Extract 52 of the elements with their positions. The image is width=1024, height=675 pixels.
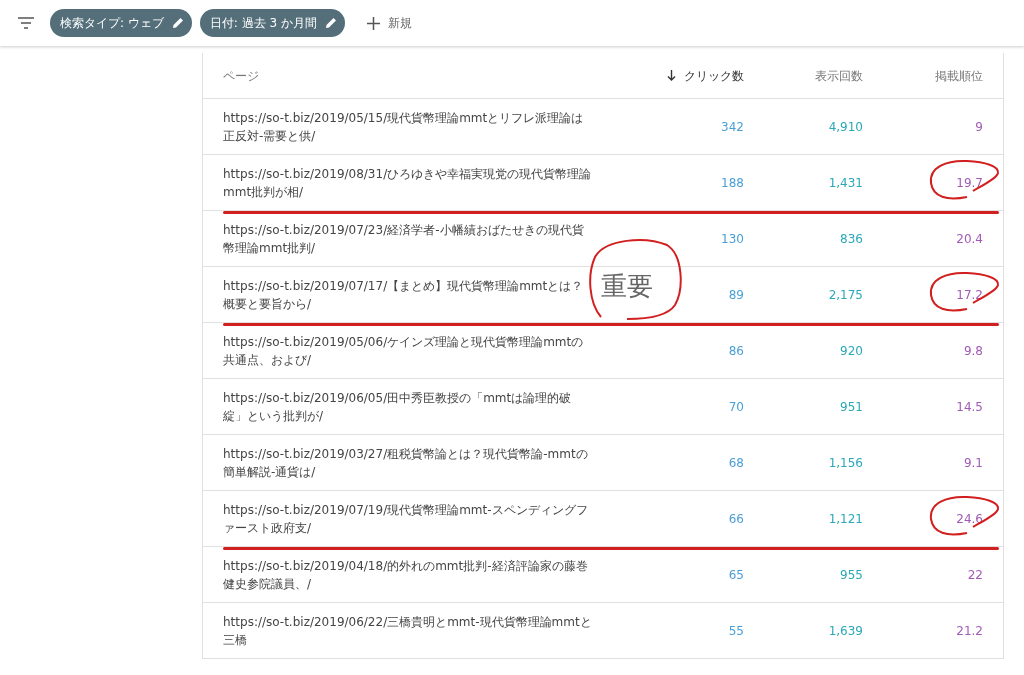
position-value: 21.2 [956,623,983,638]
impressions-value: 1,156 [828,455,863,470]
position-value: 14.5 [956,399,983,414]
filter-chip[interactable]: 日付: 過去 3 か月間 [199,9,345,37]
plus-icon [367,16,380,30]
position-value: 24.6 [956,511,983,526]
page-url: https://so-t.biz/2019/05/15/現代貨幣理論mmtとリフレ派理論は正反対-需要と供/ [223,109,585,145]
impressions-value: 836 [840,231,863,246]
clicks-value: 66 [728,511,744,526]
page-url: https://so-t.biz/2019/04/18/的外れのmmt批判-経済評論家の藤巻健史参院議員、/ [223,557,589,593]
clicks-value: 86 [728,343,744,358]
impressions-value: 4,910 [828,119,863,134]
clicks-value: 130 [721,231,744,246]
page-url: https://so-t.biz/2019/07/17/【まとめ】現代貨幣理論mmtとは？概要と要旨から/ [223,277,585,313]
column-header[interactable]: クリック数 [684,66,744,85]
clicks-value: 188 [721,175,744,190]
page-url: https://so-t.biz/2019/08/31/ひろゆきや幸福実現党の現代貨幣理論mmt批判が相/ [223,165,593,201]
position-value: 9.8 [963,343,983,358]
impressions-value: 1,639 [828,623,863,638]
page-url: https://so-t.biz/2019/03/27/租税貨幣論とは？現代貨幣論-mmtの簡単解説-通貨は/ [223,445,589,481]
clicks-value: 70 [728,399,744,414]
page-url: https://so-t.biz/2019/06/22/三橋貴明とmmt-現代貨幣理論mmtと三橋 [223,613,593,649]
clicks-value: 68 [728,455,744,470]
clicks-value: 342 [721,119,744,134]
handwritten-note: 重要 [601,271,653,301]
page-url: https://so-t.biz/2019/07/23/経済学者-小幡績おばたせきの現代貨幣理論mmt批判/ [223,221,585,257]
position-value: 17.2 [956,287,983,302]
add-filter-button[interactable]: 新規 [361,13,418,33]
position-value: 22 [967,567,983,582]
position-value: 20.4 [956,231,983,246]
filter-chip[interactable]: 検索タイプ: ウェブ [50,9,192,37]
filter-icon[interactable] [18,17,34,29]
position-value: 9.1 [963,455,983,470]
clicks-value: 65 [728,567,744,582]
pencil-icon [171,17,184,29]
clicks-value: 89 [728,287,744,302]
impressions-value: 2,175 [828,287,863,302]
column-header[interactable]: ページ [223,66,259,85]
pencil-icon [325,17,337,29]
impressions-value: 1,431 [828,175,863,190]
clicks-value: 55 [728,623,744,638]
impressions-value: 951 [840,399,863,414]
page-url: https://so-t.biz/2019/05/06/ケインズ理論と現代貨幣理論mmtの共通点、および/ [223,333,585,369]
position-value: 9 [975,119,983,134]
page-url: https://so-t.biz/2019/06/05/田中秀臣教授の「mmtは論理的破綻」という批判が/ [223,389,573,425]
impressions-value: 955 [840,567,863,582]
column-header[interactable]: 表示回数 [815,66,863,85]
impressions-value: 1,121 [828,511,863,526]
column-header[interactable]: 掲載順位 [935,66,983,85]
page-url: https://so-t.biz/2019/07/19/現代貨幣理論mmt-スペンディングファースト政府支/ [223,501,589,537]
position-value: 19.7 [956,175,983,190]
impressions-value: 920 [840,343,863,358]
